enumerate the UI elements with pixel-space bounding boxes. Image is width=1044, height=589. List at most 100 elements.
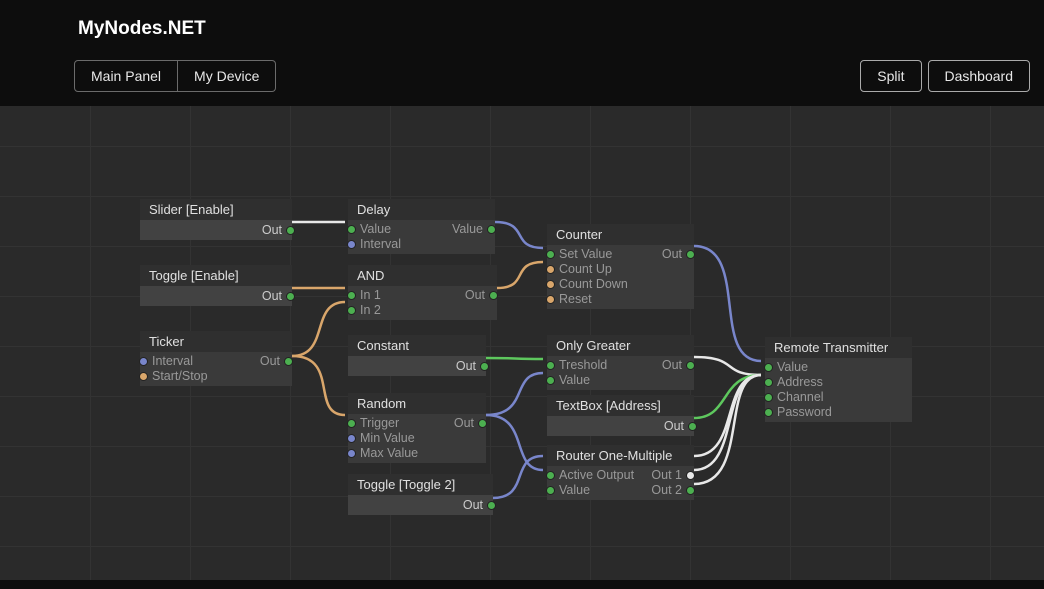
footer-bar	[0, 580, 1044, 586]
port-dot[interactable]	[546, 295, 555, 304]
node-canvas[interactable]: Slider [Enable] Out Delay Value Interval…	[0, 106, 1044, 586]
port-dot[interactable]	[347, 225, 356, 234]
node-remote-transmitter[interactable]: Remote Transmitter Value Address Channel…	[765, 337, 912, 422]
node-ticker[interactable]: Ticker Interval Start/Stop Out	[140, 331, 292, 386]
port-dot[interactable]	[347, 419, 356, 428]
port-dot[interactable]	[139, 357, 148, 366]
port-dot[interactable]	[764, 363, 773, 372]
port-label: Value	[777, 360, 808, 375]
port-label: Password	[777, 405, 832, 420]
main-panel-button[interactable]: Main Panel	[74, 60, 178, 92]
node-router[interactable]: Router One-Multiple Active Output Value …	[547, 445, 694, 500]
port-dot[interactable]	[546, 250, 555, 259]
port-label: Treshold	[559, 358, 607, 373]
port-dot[interactable]	[546, 265, 555, 274]
port-label: Out	[454, 416, 474, 431]
port-dot[interactable]	[686, 486, 695, 495]
node-and[interactable]: AND In 1 In 2 Out	[348, 265, 497, 320]
port-dot[interactable]	[764, 378, 773, 387]
port-label: Trigger	[360, 416, 399, 431]
port-label: Value	[559, 483, 590, 498]
port-label: Max Value	[360, 446, 418, 461]
node-random[interactable]: Random Trigger Min Value Max Value Out	[348, 393, 486, 463]
port-dot[interactable]	[546, 280, 555, 289]
node-counter[interactable]: Counter Set Value Count Up Count Down Re…	[547, 224, 694, 309]
header: MyNodes.NET	[0, 0, 1044, 48]
node-title: Constant	[348, 335, 486, 356]
node-textbox[interactable]: TextBox [Address] Out	[547, 395, 694, 436]
node-title: Remote Transmitter	[765, 337, 912, 358]
node-title: AND	[348, 265, 497, 286]
port-label: Address	[777, 375, 823, 390]
port-label: Out 1	[651, 468, 682, 483]
node-toggle-2[interactable]: Toggle [Toggle 2] Out	[348, 474, 493, 515]
port-label: Out	[465, 288, 485, 303]
port-dot[interactable]	[546, 376, 555, 385]
node-title: Slider [Enable]	[140, 199, 292, 220]
port-label: Out	[456, 359, 476, 374]
port-dot[interactable]	[546, 486, 555, 495]
node-title: Router One-Multiple	[547, 445, 694, 466]
port-dot[interactable]	[686, 250, 695, 259]
port-dot[interactable]	[478, 419, 487, 428]
node-slider[interactable]: Slider [Enable] Out	[140, 199, 292, 240]
node-only-greater[interactable]: Only Greater Treshold Value Out	[547, 335, 694, 390]
node-title: Only Greater	[547, 335, 694, 356]
port-dot[interactable]	[347, 449, 356, 458]
port-label: Value	[360, 222, 391, 237]
port-label: Out	[664, 419, 684, 434]
port-dot[interactable]	[764, 393, 773, 402]
port-label: Channel	[777, 390, 824, 405]
port-dot[interactable]	[686, 361, 695, 370]
port-label: Out	[662, 358, 682, 373]
node-title: TextBox [Address]	[547, 395, 694, 416]
node-title: Toggle [Toggle 2]	[348, 474, 493, 495]
port-label: Interval	[360, 237, 401, 252]
port-label: Out	[662, 247, 682, 262]
port-dot[interactable]	[347, 240, 356, 249]
port-label: Active Output	[559, 468, 634, 483]
port-dot[interactable]	[546, 361, 555, 370]
toolbar: Main Panel My Device Split Dashboard	[0, 48, 1044, 106]
port-dot[interactable]	[347, 434, 356, 443]
port-label: Count Up	[559, 262, 612, 277]
port-label: Reset	[559, 292, 592, 307]
port-dot[interactable]	[764, 408, 773, 417]
port-label: Out	[262, 289, 282, 304]
node-title: Counter	[547, 224, 694, 245]
port-dot[interactable]	[546, 471, 555, 480]
port-label: Value	[559, 373, 590, 388]
port-dot[interactable]	[480, 362, 489, 371]
node-constant[interactable]: Constant Out	[348, 335, 486, 376]
port-dot[interactable]	[487, 501, 496, 510]
dashboard-button[interactable]: Dashboard	[928, 60, 1031, 92]
port-dot[interactable]	[347, 291, 356, 300]
port-label: Out 2	[651, 483, 682, 498]
port-dot[interactable]	[686, 471, 695, 480]
port-label: Interval	[152, 354, 193, 369]
node-title: Delay	[348, 199, 495, 220]
port-dot[interactable]	[286, 226, 295, 235]
port-label: Start/Stop	[152, 369, 208, 384]
port-label: In 2	[360, 303, 381, 318]
port-dot[interactable]	[688, 422, 697, 431]
port-label: Set Value	[559, 247, 612, 262]
port-label: Out	[260, 354, 280, 369]
split-button[interactable]: Split	[860, 60, 921, 92]
port-dot[interactable]	[347, 306, 356, 315]
port-label: Out	[463, 498, 483, 513]
port-dot[interactable]	[286, 292, 295, 301]
port-dot[interactable]	[487, 225, 496, 234]
node-toggle-enable[interactable]: Toggle [Enable] Out	[140, 265, 292, 306]
port-dot[interactable]	[489, 291, 498, 300]
node-title: Toggle [Enable]	[140, 265, 292, 286]
port-dot[interactable]	[139, 372, 148, 381]
port-label: In 1	[360, 288, 381, 303]
node-title: Ticker	[140, 331, 292, 352]
my-device-button[interactable]: My Device	[178, 60, 276, 92]
brand-title: MyNodes.NET	[78, 18, 1044, 40]
node-title: Random	[348, 393, 486, 414]
port-dot[interactable]	[284, 357, 293, 366]
node-delay[interactable]: Delay Value Interval Value	[348, 199, 495, 254]
port-label: Value	[452, 222, 483, 237]
